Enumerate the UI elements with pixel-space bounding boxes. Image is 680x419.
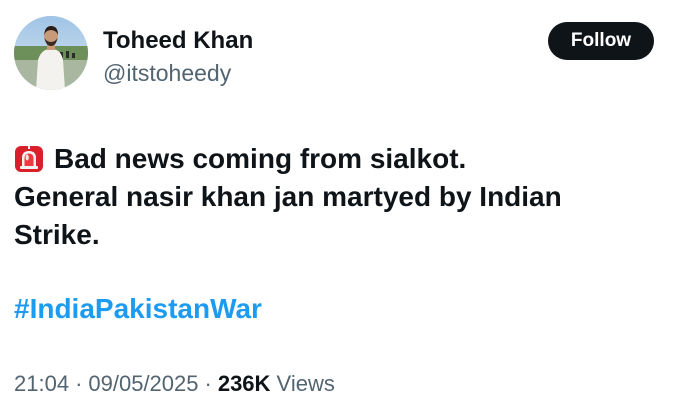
tweet-date[interactable]: 09/05/2025 [88,371,198,396]
views-count[interactable]: 236K [218,371,271,396]
tweet-text-line: Bad news coming from sialkot. [14,140,654,178]
tweet-text: Bad news coming from sialkot. General na… [14,140,654,254]
views-label[interactable]: Views [277,371,335,396]
author-handle[interactable]: @itstoheedy [103,59,231,87]
tweet-card: Toheed Khan @itstoheedy Follow Bad news … [0,0,680,419]
follow-button[interactable]: Follow [548,22,654,60]
tweet-line-1: Bad news coming from sialkot. [54,143,467,174]
hashtag-link[interactable]: #IndiaPakistanWar [14,290,262,328]
tweet-line-3: Strike. [14,219,100,250]
tweet-time[interactable]: 21:04 [14,371,69,396]
avatar[interactable] [14,16,88,90]
tweet-line-2: General nasir khan jan martyed by Indian [14,181,562,212]
avatar-photo-icon [14,16,88,90]
tweet-meta: 21:04 · 09/05/2025 · 236K Views [14,369,335,399]
author-display-name[interactable]: Toheed Khan [103,26,253,56]
siren-icon [15,146,43,172]
meta-separator: · [204,371,212,396]
meta-separator: · [75,371,83,396]
